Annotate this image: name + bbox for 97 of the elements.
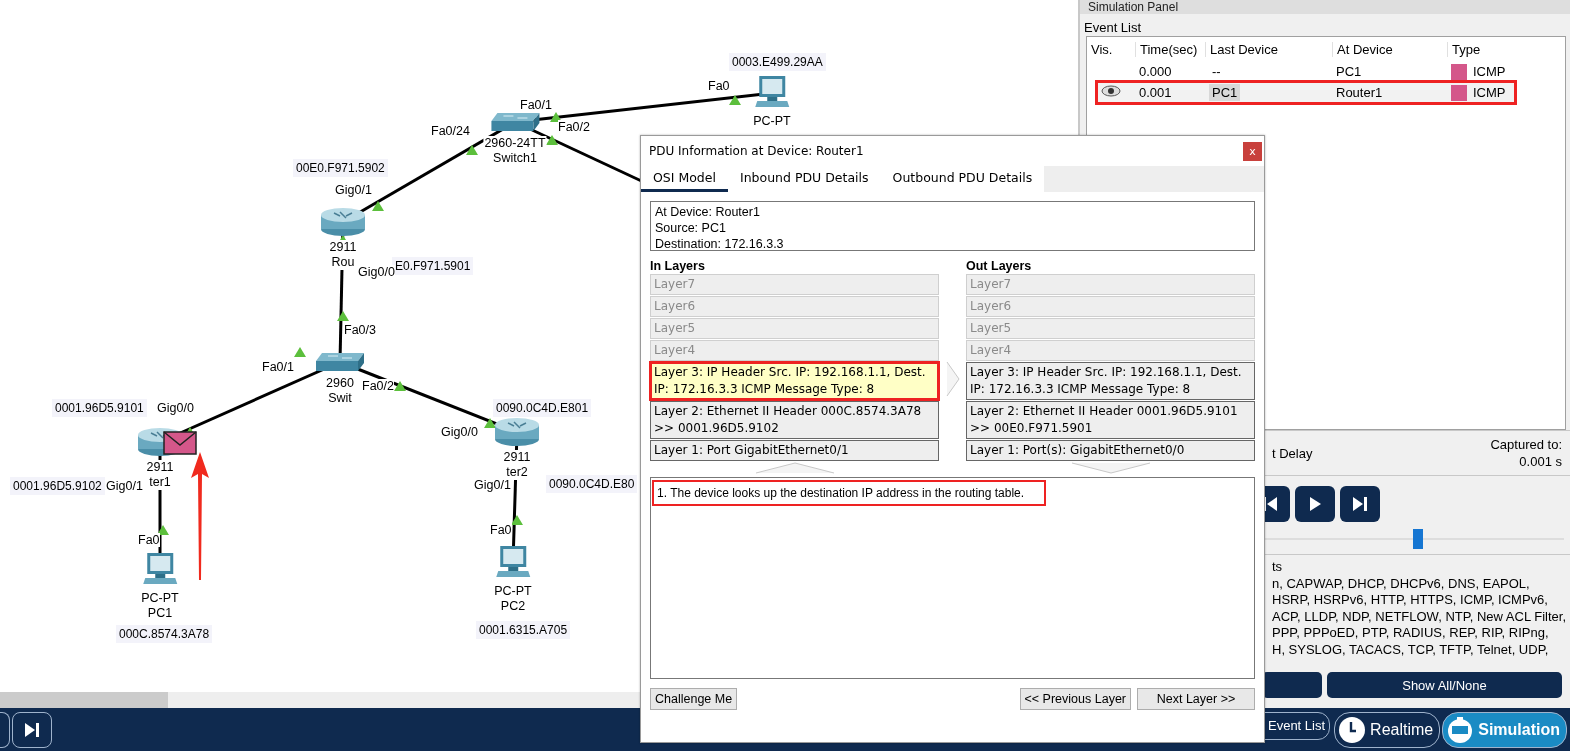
device-label: Rou — [330, 255, 356, 270]
mac-address-label: 0090.0C4D.E801 — [493, 399, 592, 417]
device-label: 2911 — [502, 450, 532, 465]
device-cell-text: Router1 — [1335, 85, 1384, 100]
clock-icon — [1338, 715, 1367, 744]
step-description: 1. The device looks up the destination IP address in the routing table. — [654, 482, 1045, 504]
event-row[interactable]: 0.000 -- PC1 ICMP — [1087, 61, 1565, 82]
port-label: Gig0/0 — [441, 425, 478, 439]
challenge-button[interactable]: Challenge Me — [650, 688, 738, 710]
stopwatch-icon — [1446, 715, 1475, 744]
filter-heading: ts — [1272, 559, 1284, 576]
panel-title: Simulation Panel — [1080, 0, 1570, 14]
column-heading: Out Layers — [966, 258, 1033, 274]
port-status-icon — [484, 418, 496, 428]
mac-address-label: 00E0.F971.5902 — [293, 159, 388, 177]
mac-address-label: 0001.96D5.9101 — [52, 399, 147, 417]
port-label: Gig0/1 — [474, 478, 511, 492]
right-arrow-icon — [945, 361, 960, 397]
port-status-icon — [372, 201, 384, 211]
port-status-icon — [729, 95, 741, 105]
filter-list-text: PPP, PPPoED, PTP, RADIUS, REP, RIP, RIPng, — [1272, 625, 1550, 642]
port-label: Gig0/1 — [335, 183, 372, 197]
layer-row[interactable]: Layer 1: Port GigabitEthernet0/1 — [650, 440, 939, 461]
tab[interactable]: OSI Model — [641, 166, 728, 192]
layer-row[interactable]: Layer 1: Port(s): GigabitEthernet0/0 — [966, 440, 1255, 461]
type-cell: ICMP — [1473, 85, 1506, 100]
port-status-icon — [294, 347, 306, 357]
forward-button[interactable] — [1340, 486, 1380, 522]
port-label: Fa0/2 — [362, 379, 394, 393]
mac-address-label: 0003.E499.29AA — [729, 53, 826, 71]
port-status-icon — [157, 525, 169, 535]
layer-row[interactable]: Layer 3: IP Header Src. IP: 192.168.1.1, Dest. IP: 172.16.3.3 ICMP Message Type: 8 — [650, 362, 939, 400]
pdu-info-box: At Device: Router1 Source: PC1 Destination: 172.16.3.3 — [650, 201, 1255, 251]
time-cell-text: 0.001 — [1138, 85, 1173, 100]
previous-layer-button[interactable]: << Previous Layer — [1019, 688, 1131, 710]
port-label: Fa0 — [490, 523, 512, 537]
column-header[interactable]: Last Device — [1205, 41, 1332, 57]
filter-button[interactable] — [1262, 672, 1322, 698]
device-label: ter1 — [148, 475, 172, 490]
delay-label: t Delay — [1272, 445, 1313, 461]
mac-address-label: 0001.6315.A705 — [476, 621, 571, 639]
column-header[interactable]: Vis. — [1087, 41, 1135, 57]
layer-row[interactable]: Layer 3: IP Header Src. IP: 192.168.1.1, Dest. IP: 172.16.3.3 ICMP Message Type: 8 — [966, 362, 1255, 400]
layer-row[interactable]: Layer 2: Ethernet II Header 0001.96D5.9101 >> 00E0.F971.5901 — [966, 401, 1255, 439]
filter-list-text: HSRP, HSRPv6, HTTP, HTTPS, ICMP, ICMPv6, — [1272, 592, 1549, 609]
port-label: Gig0/0 — [157, 401, 194, 415]
dialog-title: PDU Information at Device: Router1 — [649, 144, 864, 158]
port-label: Gig0/1 — [106, 479, 143, 493]
port-label: Fa0 — [138, 533, 160, 547]
device-label: ter2 — [505, 465, 529, 480]
pdu-envelope-overlay-icon[interactable] — [163, 431, 197, 455]
port-label: Fa0/3 — [344, 323, 376, 337]
event-row[interactable]: 0.001 PC1 Router1 ICMP — [1097, 82, 1515, 103]
switch-icon[interactable] — [314, 351, 366, 373]
time-cell-text: 0.000 — [1138, 64, 1173, 79]
port-label: Fa0/2 — [558, 120, 590, 134]
port-label: Fa0/24 — [431, 124, 470, 138]
device-label: 2911 — [328, 240, 358, 255]
speed-slider-thumb[interactable] — [1412, 529, 1423, 549]
mode-button[interactable]: Realtime — [1334, 711, 1441, 748]
port-status-icon — [466, 145, 478, 155]
device-cell-text: PC1 — [1335, 64, 1363, 79]
device-cell-text: -- — [1211, 63, 1222, 80]
toolbar-button[interactable] — [0, 711, 10, 748]
captured-label: Captured to: — [1490, 436, 1562, 453]
mac-address-label: 000C.8574.3A78 — [116, 625, 213, 643]
close-button[interactable]: x — [1243, 141, 1262, 161]
show-all-button[interactable]: Show All/None — [1327, 672, 1562, 698]
eye-icon[interactable] — [1101, 85, 1121, 97]
section-label: Event List — [1083, 19, 1143, 36]
layer-row[interactable]: Layer 2: Ethernet II Header 000C.8574.3A78 >> 0001.96D5.9102 — [650, 401, 939, 439]
next-layer-button[interactable]: Next Layer >> — [1137, 688, 1255, 710]
port-status-icon — [511, 515, 523, 525]
port-status-icon — [337, 311, 349, 321]
captured-value: 0.001 s — [1518, 453, 1562, 470]
port-status-icon — [394, 381, 406, 391]
port-label: Fa0 — [708, 79, 730, 93]
step-forward-button[interactable] — [12, 711, 52, 748]
filter-list-text: ACP, LLDP, NDP, NETFLOW, NTP, New ACL Filter, — [1272, 608, 1568, 625]
skip-forward-icon — [1350, 494, 1370, 514]
port-label: Fa0/1 — [520, 98, 552, 112]
device-cell: PC1 — [1209, 84, 1241, 101]
switch-icon[interactable] — [489, 111, 541, 133]
play-button[interactable] — [1295, 486, 1335, 522]
column-header[interactable]: At Device — [1332, 41, 1447, 57]
port-label: Fa0/1 — [262, 360, 294, 374]
type-cell: ICMP — [1473, 64, 1506, 79]
filter-list-text: n, CAPWAP, DHCP, DHCPv6, DNS, EAPOL, — [1272, 575, 1531, 592]
mac-address-label: 0090.0C4D.E80 — [546, 475, 638, 493]
column-heading: In Layers — [650, 258, 706, 274]
column-header[interactable]: Type — [1447, 41, 1565, 57]
port-status-icon — [546, 135, 558, 145]
column-header[interactable]: Time(sec) — [1135, 41, 1205, 57]
mode-button[interactable]: Simulation — [1442, 711, 1567, 748]
device-label: 2911 — [145, 460, 175, 475]
filter-list-text: H, SYSLOG, TACACS, TCP, TFTP, Telnet, UDP, — [1272, 641, 1550, 658]
mac-address-label: 0001.96D5.9102 — [10, 477, 105, 495]
